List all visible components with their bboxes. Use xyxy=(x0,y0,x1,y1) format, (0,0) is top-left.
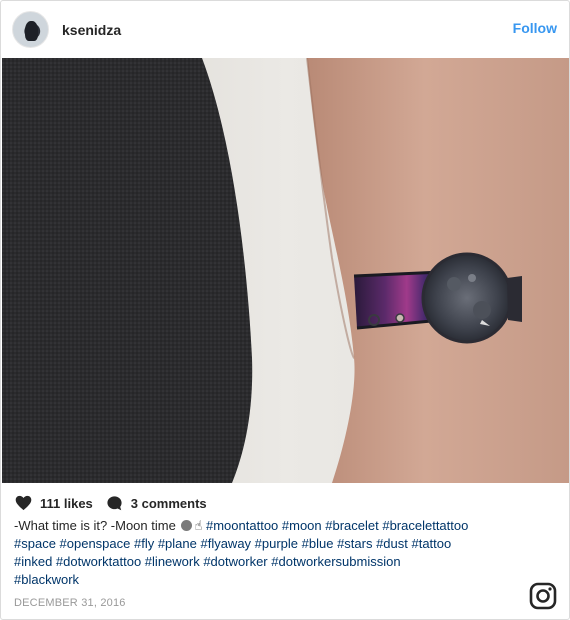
post-header: ksenidza Follow xyxy=(1,1,569,58)
caption-line-1: -What time is it? -Moon time ☝ #moontatt… xyxy=(14,517,554,535)
tattoo-photo-illustration xyxy=(2,58,569,483)
caption-line-4[interactable]: #blackwork xyxy=(14,571,554,589)
avatar[interactable] xyxy=(12,11,49,48)
heart-icon[interactable] xyxy=(15,495,32,511)
post-caption: -What time is it? -Moon time ☝ #moontatt… xyxy=(14,517,554,589)
caption-line-2[interactable]: #space #openspace #fly #plane #flyaway #… xyxy=(14,535,554,553)
follow-button[interactable]: Follow xyxy=(513,20,557,36)
comments-count[interactable]: 3 comments xyxy=(131,496,207,511)
likes-count[interactable]: 111 likes xyxy=(40,496,93,511)
caption-text: -What time is it? -Moon time xyxy=(14,518,176,533)
caption-line-3[interactable]: #inked #dotworktattoo #linework #dotwork… xyxy=(14,553,554,571)
instagram-post-card: ksenidza Follow 111 likes 3 comments -Wh… xyxy=(0,0,570,620)
username[interactable]: ksenidza xyxy=(62,22,121,38)
post-actions: 111 likes 3 comments xyxy=(15,493,207,513)
post-date[interactable]: DECEMBER 31, 2016 xyxy=(14,597,126,609)
pointing-emoji: ☝ xyxy=(194,518,203,533)
moon-emoji-icon xyxy=(181,520,193,531)
instagram-logo-icon[interactable] xyxy=(529,582,557,610)
hashtags[interactable]: #moontattoo #moon #bracelet #bracelettat… xyxy=(206,518,468,533)
post-photo[interactable] xyxy=(2,58,569,483)
comment-bubble-icon[interactable] xyxy=(106,495,123,512)
